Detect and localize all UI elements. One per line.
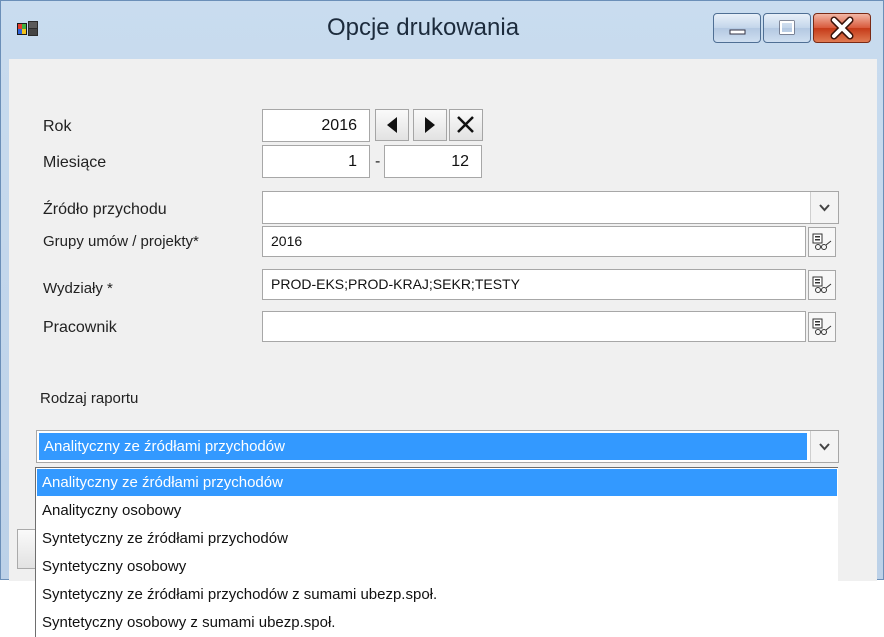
report-type-label: Rodzaj raportu (40, 390, 139, 407)
report-type-combobox[interactable]: Analityczny ze źródłami przychodów (36, 430, 839, 463)
prev-year-button[interactable] (375, 109, 409, 141)
picker-icon (812, 318, 832, 335)
report-type-list[interactable]: Analityczny ze źródłami przychodów Anali… (35, 467, 838, 637)
grupy-picker-button[interactable] (808, 227, 836, 257)
list-item[interactable]: Analityczny osobowy (37, 497, 837, 524)
grupy-input[interactable]: 2016 (262, 226, 806, 257)
report-type-selected: Analityczny ze źródłami przychodów (39, 433, 807, 460)
grupy-label: Grupy umów / projekty* (43, 233, 199, 250)
miesiace-label: Miesiące (43, 154, 107, 171)
picker-icon (812, 233, 832, 250)
title-bar[interactable]: Opcje drukowania (1, 1, 884, 59)
list-item[interactable]: Syntetyczny osobowy (37, 553, 837, 580)
wydzialy-picker-button[interactable] (808, 270, 836, 300)
close-button[interactable] (813, 13, 871, 43)
month-from-input[interactable]: 1 (262, 145, 370, 178)
close-icon (830, 16, 854, 40)
wydzialy-label: Wydziały * (43, 280, 113, 297)
x-icon (457, 116, 474, 133)
pracownik-input[interactable] (262, 311, 806, 342)
pracownik-label: Pracownik (43, 319, 117, 336)
chevron-down-icon (819, 204, 830, 212)
month-separator: - (375, 153, 381, 170)
wydzialy-input[interactable]: PROD-EKS;PROD-KRAJ;SEKR;TESTY (262, 269, 806, 300)
list-item[interactable]: Syntetyczny ze źródłami przychodów (37, 525, 837, 552)
picker-icon (812, 276, 832, 293)
triangle-right-icon (425, 117, 435, 133)
maximize-button[interactable] (763, 13, 811, 43)
rok-input[interactable]: 2016 (262, 109, 370, 142)
report-type-dropdown-button[interactable] (810, 431, 838, 462)
list-item[interactable]: Analityczny ze źródłami przychodów (37, 469, 837, 496)
chevron-down-icon (819, 443, 830, 451)
triangle-left-icon (387, 117, 397, 133)
zrodlo-dropdown-button[interactable] (810, 192, 838, 223)
minimize-icon (729, 29, 746, 35)
list-item[interactable]: Syntetyczny ze źródłami przychodów z sum… (37, 581, 837, 608)
maximize-icon (779, 20, 795, 35)
list-item[interactable]: Syntetyczny osobowy z sumami ubezp.społ. (37, 609, 837, 636)
rok-label: Rok (43, 118, 72, 135)
zrodlo-label: Źródło przychodu (43, 201, 167, 218)
clear-year-button[interactable] (449, 109, 483, 141)
minimize-button[interactable] (713, 13, 761, 43)
month-to-input[interactable]: 12 (384, 145, 482, 178)
next-year-button[interactable] (413, 109, 447, 141)
zrodlo-combobox[interactable] (262, 191, 839, 224)
pracownik-picker-button[interactable] (808, 312, 836, 342)
